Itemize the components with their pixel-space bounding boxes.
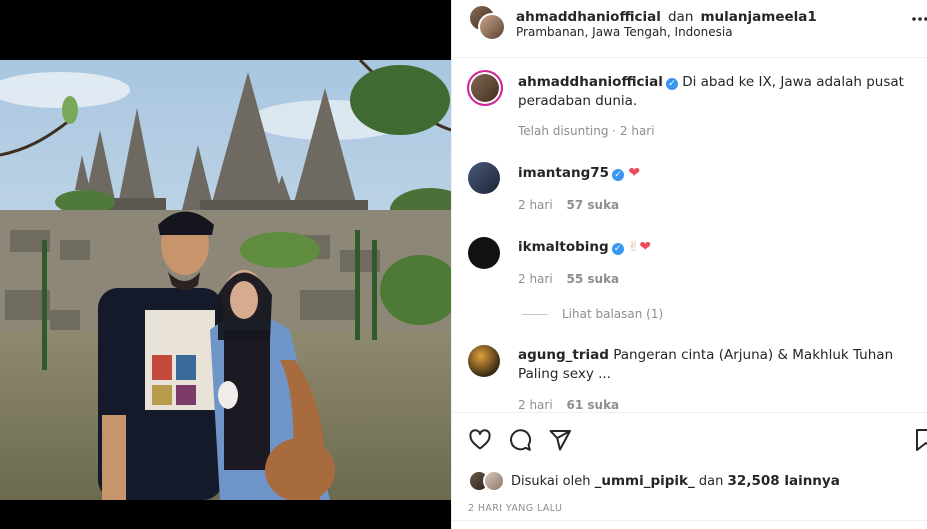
post-location[interactable]: Prambanan, Jawa Tengah, Indonesia (516, 25, 733, 39)
send-icon[interactable] (548, 428, 572, 452)
view-replies-label: Lihat balasan (1) (562, 307, 664, 321)
header-connector: dan (667, 9, 694, 25)
comment-avatar[interactable] (468, 345, 500, 377)
comment-likes[interactable]: 61 suka (567, 398, 620, 410)
header-divider (452, 57, 927, 58)
author-username[interactable]: ahmaddhaniofficial (516, 9, 661, 25)
likes-others[interactable]: 32,508 lainnya (728, 473, 840, 489)
comment-text: ❤ (639, 239, 652, 255)
comment-likes[interactable]: 55 suka (567, 272, 620, 286)
post-media-panel (0, 0, 451, 529)
caption-meta: Telah disunting · 2 hari (518, 124, 655, 138)
footer-divider (452, 520, 927, 521)
comment-username[interactable]: agung_triad (518, 347, 609, 363)
liker-avatar[interactable] (483, 470, 505, 492)
likes-user[interactable]: _ummi_pipik_ (595, 473, 695, 489)
comment-username[interactable]: imantang75 (518, 165, 609, 181)
post-timestamp[interactable]: 2 HARI YANG LALU (468, 503, 562, 514)
bookmark-icon[interactable] (915, 428, 927, 452)
likes-prefix: Disukai oleh (511, 474, 591, 489)
verified-badge-icon: ✓ (612, 169, 625, 181)
prambanan-photo (0, 60, 451, 500)
reply-line (522, 314, 548, 315)
caption-username[interactable]: ahmaddhaniofficial (518, 74, 663, 90)
collaborator-username[interactable]: mulanjameela1 (700, 9, 816, 25)
comment-avatar[interactable] (468, 162, 500, 194)
post-photo[interactable] (0, 60, 451, 500)
collaborator-avatar[interactable] (478, 13, 506, 41)
comment-avatar[interactable] (468, 237, 500, 269)
actions-divider (452, 412, 927, 413)
comment-likes[interactable]: 57 suka (567, 198, 620, 212)
comment-time: 2 hari (518, 398, 553, 410)
comment-time: 2 hari (518, 198, 553, 212)
verified-badge-icon: ✓ (611, 243, 624, 255)
comment-emoji-hand: ✌ (628, 239, 640, 255)
comment-username[interactable]: ikmaltobing (518, 239, 609, 255)
heart-outline-icon[interactable] (468, 428, 492, 452)
comment-time: 2 hari (518, 272, 553, 286)
verified-badge-icon: ✓ (665, 78, 678, 90)
comment-icon[interactable] (508, 428, 532, 452)
more-horizontal-icon[interactable] (912, 16, 927, 22)
view-replies-button[interactable]: Lihat balasan (1) (522, 307, 663, 321)
caption-author-avatar[interactable] (467, 70, 503, 106)
comment-text: ❤ (628, 165, 641, 181)
post-details-panel: ahmaddhaniofficial dan mulanjameela1 Pra… (451, 0, 927, 529)
likes-connector: dan (698, 474, 724, 489)
